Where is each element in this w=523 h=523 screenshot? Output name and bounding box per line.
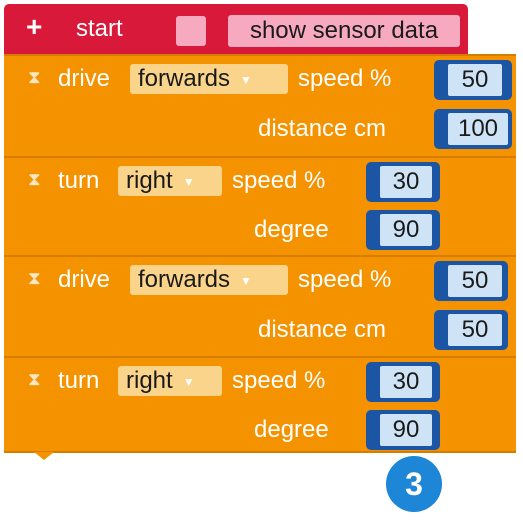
direction-value: right: [126, 167, 173, 194]
distance-input[interactable]: 50: [448, 314, 502, 346]
speed-socket: 50: [434, 261, 508, 301]
degree-label: degree: [254, 416, 329, 443]
degree-socket: 90: [366, 210, 440, 250]
hourglass-icon: ⧗: [28, 67, 41, 87]
direction-value: right: [126, 367, 173, 394]
drive-block[interactable]: ⧗ drive forwards ▼ speed % 50 distance cm…: [4, 54, 516, 156]
dropdown-arrow-icon: ▼: [182, 174, 195, 189]
hourglass-icon: ⧗: [28, 169, 41, 189]
start-label: start: [76, 15, 123, 42]
speed-socket: 30: [366, 362, 440, 402]
direction-value: forwards: [138, 266, 231, 293]
speed-label: speed %: [232, 167, 326, 194]
distance-socket: 50: [434, 310, 508, 350]
degree-label: degree: [254, 216, 329, 243]
direction-dropdown[interactable]: right ▼: [118, 366, 222, 396]
command-label: drive: [58, 65, 111, 92]
start-block[interactable]: + start show sensor data: [4, 4, 468, 54]
plus-icon[interactable]: +: [26, 12, 42, 42]
block-connector-notch: [34, 452, 54, 460]
speed-input[interactable]: 50: [448, 265, 502, 297]
direction-dropdown[interactable]: forwards ▼: [130, 265, 288, 295]
command-label: turn: [58, 367, 100, 394]
distance-label: distance cm: [258, 115, 387, 142]
degree-socket: 90: [366, 410, 440, 450]
speed-label: speed %: [232, 367, 326, 394]
direction-dropdown[interactable]: right ▼: [118, 166, 222, 196]
drive-block[interactable]: ⧗ drive forwards ▼ speed % 50 distance cm…: [4, 255, 516, 356]
speed-label: speed %: [298, 65, 392, 92]
speed-socket: 30: [366, 162, 440, 202]
show-sensor-checkbox[interactable]: [176, 16, 206, 46]
dropdown-arrow-icon: ▼: [240, 273, 252, 288]
command-label: drive: [58, 266, 111, 293]
turn-block[interactable]: ⧗ turn right ▼ speed % 30 degree 90: [4, 156, 516, 255]
distance-socket: 100: [434, 109, 512, 149]
command-label: turn: [58, 167, 100, 194]
speed-label: speed %: [298, 266, 392, 293]
show-sensor-data-label: show sensor data: [228, 15, 460, 47]
degree-input[interactable]: 90: [380, 414, 432, 446]
step-number-badge: 3: [386, 456, 442, 512]
speed-input[interactable]: 30: [380, 166, 432, 198]
distance-label: distance cm: [258, 316, 387, 343]
hourglass-icon: ⧗: [28, 268, 41, 288]
turn-block[interactable]: ⧗ turn right ▼ speed % 30 degree 90: [4, 356, 516, 453]
direction-value: forwards: [138, 65, 231, 92]
distance-input[interactable]: 100: [448, 113, 508, 145]
speed-input[interactable]: 30: [380, 366, 432, 398]
dropdown-arrow-icon: ▼: [240, 72, 252, 87]
dropdown-arrow-icon: ▼: [182, 374, 195, 389]
hourglass-icon: ⧗: [28, 369, 41, 389]
direction-dropdown[interactable]: forwards ▼: [130, 64, 288, 94]
speed-socket: 50: [434, 60, 512, 100]
speed-input[interactable]: 50: [448, 64, 502, 96]
degree-input[interactable]: 90: [380, 214, 432, 246]
